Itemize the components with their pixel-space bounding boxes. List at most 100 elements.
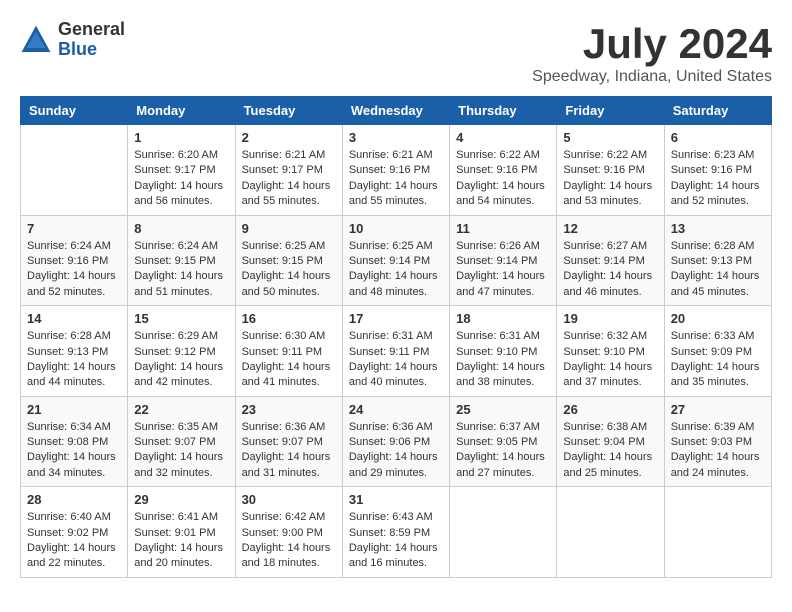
- cell-date: 5: [563, 130, 657, 145]
- header: General Blue July 2024 Speedway, Indiana…: [20, 20, 772, 86]
- calendar-cell: 15 Sunrise: 6:29 AMSunset: 9:12 PMDayligh…: [128, 306, 235, 397]
- cell-date: 9: [242, 221, 336, 236]
- header-monday: Monday: [128, 97, 235, 125]
- cell-content: Sunrise: 6:34 AMSunset: 9:08 PMDaylight:…: [27, 420, 121, 482]
- cell-date: 14: [27, 311, 121, 326]
- cell-date: 25: [456, 402, 550, 417]
- cell-date: 29: [134, 492, 228, 507]
- calendar-cell: 27Sunrise: 6:39 AMSunset: 9:03 PMDayligh…: [664, 396, 771, 487]
- calendar-cell: 11 Sunrise: 6:26 AMSunset: 9:14 PMDayligh…: [450, 215, 557, 306]
- title-section: July 2024 Speedway, Indiana, United Stat…: [532, 20, 772, 86]
- calendar-cell: 19 Sunrise: 6:32 AMSunset: 9:10 PMDayligh…: [557, 306, 664, 397]
- cell-content: Sunrise: 6:21 AMSunset: 9:16 PMDaylight:…: [349, 148, 443, 210]
- calendar-cell: 28 Sunrise: 6:40 AMSunset: 9:02 PMDayligh…: [21, 487, 128, 578]
- week-row-5: 28 Sunrise: 6:40 AMSunset: 9:02 PMDayligh…: [21, 487, 772, 578]
- week-row-1: 1 Sunrise: 6:20 AMSunset: 9:17 PMDaylight…: [21, 125, 772, 216]
- cell-date: 1: [134, 130, 228, 145]
- calendar-cell: 23Sunrise: 6:36 AMSunset: 9:07 PMDayligh…: [235, 396, 342, 487]
- cell-content: Sunrise: 6:22 AMSunset: 9:16 PMDaylight:…: [563, 148, 657, 210]
- calendar-cell: 9 Sunrise: 6:25 AMSunset: 9:15 PMDaylight…: [235, 215, 342, 306]
- calendar-cell: [21, 125, 128, 216]
- cell-date: 11: [456, 221, 550, 236]
- calendar-cell: 26 Sunrise: 6:38 AMSunset: 9:04 PMDayligh…: [557, 396, 664, 487]
- cell-date: 3: [349, 130, 443, 145]
- cell-content: Sunrise: 6:22 AMSunset: 9:16 PMDaylight:…: [456, 148, 550, 210]
- calendar-cell: 8Sunrise: 6:24 AMSunset: 9:15 PMDaylight…: [128, 215, 235, 306]
- logo-icon: [20, 24, 52, 56]
- cell-date: 18: [456, 311, 550, 326]
- cell-content: Sunrise: 6:43 AMSunset: 8:59 PMDaylight:…: [349, 510, 443, 572]
- cell-content: Sunrise: 6:36 AMSunset: 9:07 PMDaylight:…: [242, 420, 336, 482]
- cell-date: 6: [671, 130, 765, 145]
- header-row: SundayMondayTuesdayWednesdayThursdayFrid…: [21, 97, 772, 125]
- cell-content: Sunrise: 6:32 AMSunset: 9:10 PMDaylight:…: [563, 329, 657, 391]
- cell-content: Sunrise: 6:41 AMSunset: 9:01 PMDaylight:…: [134, 510, 228, 572]
- cell-date: 31: [349, 492, 443, 507]
- cell-content: Sunrise: 6:38 AMSunset: 9:04 PMDaylight:…: [563, 420, 657, 482]
- logo-general-text: General: [58, 20, 125, 40]
- cell-date: 15: [134, 311, 228, 326]
- cell-content: Sunrise: 6:28 AMSunset: 9:13 PMDaylight:…: [27, 329, 121, 391]
- cell-date: 22: [134, 402, 228, 417]
- header-wednesday: Wednesday: [342, 97, 449, 125]
- calendar-cell: 17 Sunrise: 6:31 AMSunset: 9:11 PMDayligh…: [342, 306, 449, 397]
- cell-date: 10: [349, 221, 443, 236]
- cell-date: 12: [563, 221, 657, 236]
- cell-content: Sunrise: 6:33 AMSunset: 9:09 PMDaylight:…: [671, 329, 765, 391]
- cell-date: 19: [563, 311, 657, 326]
- week-row-3: 14 Sunrise: 6:28 AMSunset: 9:13 PMDayligh…: [21, 306, 772, 397]
- calendar-cell: 14 Sunrise: 6:28 AMSunset: 9:13 PMDayligh…: [21, 306, 128, 397]
- cell-date: 24: [349, 402, 443, 417]
- calendar-cell: 13 Sunrise: 6:28 AMSunset: 9:13 PMDayligh…: [664, 215, 771, 306]
- cell-content: Sunrise: 6:24 AMSunset: 9:15 PMDaylight:…: [134, 239, 228, 301]
- cell-content: Sunrise: 6:25 AMSunset: 9:14 PMDaylight:…: [349, 239, 443, 301]
- main-title: July 2024: [532, 20, 772, 68]
- cell-date: 13: [671, 221, 765, 236]
- cell-date: 17: [349, 311, 443, 326]
- cell-date: 30: [242, 492, 336, 507]
- subtitle: Speedway, Indiana, United States: [532, 68, 772, 86]
- cell-date: 21: [27, 402, 121, 417]
- cell-content: Sunrise: 6:20 AMSunset: 9:17 PMDaylight:…: [134, 148, 228, 210]
- cell-date: 26: [563, 402, 657, 417]
- header-tuesday: Tuesday: [235, 97, 342, 125]
- cell-content: Sunrise: 6:24 AMSunset: 9:16 PMDaylight:…: [27, 239, 121, 301]
- cell-content: Sunrise: 6:23 AMSunset: 9:16 PMDaylight:…: [671, 148, 765, 210]
- logo: General Blue: [20, 20, 125, 60]
- cell-content: Sunrise: 6:25 AMSunset: 9:15 PMDaylight:…: [242, 239, 336, 301]
- header-sunday: Sunday: [21, 97, 128, 125]
- header-saturday: Saturday: [664, 97, 771, 125]
- calendar-cell: 4 Sunrise: 6:22 AMSunset: 9:16 PMDaylight…: [450, 125, 557, 216]
- calendar-cell: 5 Sunrise: 6:22 AMSunset: 9:16 PMDaylight…: [557, 125, 664, 216]
- calendar-cell: 16Sunrise: 6:30 AMSunset: 9:11 PMDayligh…: [235, 306, 342, 397]
- cell-date: 4: [456, 130, 550, 145]
- cell-content: Sunrise: 6:29 AMSunset: 9:12 PMDaylight:…: [134, 329, 228, 391]
- cell-content: Sunrise: 6:26 AMSunset: 9:14 PMDaylight:…: [456, 239, 550, 301]
- cell-content: Sunrise: 6:31 AMSunset: 9:10 PMDaylight:…: [456, 329, 550, 391]
- calendar-cell: 22Sunrise: 6:35 AMSunset: 9:07 PMDayligh…: [128, 396, 235, 487]
- calendar-cell: 20 Sunrise: 6:33 AMSunset: 9:09 PMDayligh…: [664, 306, 771, 397]
- cell-content: Sunrise: 6:21 AMSunset: 9:17 PMDaylight:…: [242, 148, 336, 210]
- week-row-2: 7 Sunrise: 6:24 AMSunset: 9:16 PMDaylight…: [21, 215, 772, 306]
- cell-content: Sunrise: 6:36 AMSunset: 9:06 PMDaylight:…: [349, 420, 443, 482]
- logo-blue-text: Blue: [58, 40, 125, 60]
- week-row-4: 21 Sunrise: 6:34 AMSunset: 9:08 PMDayligh…: [21, 396, 772, 487]
- calendar-cell: 30Sunrise: 6:42 AMSunset: 9:00 PMDayligh…: [235, 487, 342, 578]
- calendar-cell: 18 Sunrise: 6:31 AMSunset: 9:10 PMDayligh…: [450, 306, 557, 397]
- calendar-cell: 6 Sunrise: 6:23 AMSunset: 9:16 PMDaylight…: [664, 125, 771, 216]
- calendar-cell: [450, 487, 557, 578]
- cell-date: 28: [27, 492, 121, 507]
- calendar-cell: 3 Sunrise: 6:21 AMSunset: 9:16 PMDaylight…: [342, 125, 449, 216]
- calendar-cell: 7 Sunrise: 6:24 AMSunset: 9:16 PMDaylight…: [21, 215, 128, 306]
- calendar-cell: 24 Sunrise: 6:36 AMSunset: 9:06 PMDayligh…: [342, 396, 449, 487]
- cell-date: 7: [27, 221, 121, 236]
- cell-date: 20: [671, 311, 765, 326]
- calendar-cell: 12Sunrise: 6:27 AMSunset: 9:14 PMDayligh…: [557, 215, 664, 306]
- cell-content: Sunrise: 6:37 AMSunset: 9:05 PMDaylight:…: [456, 420, 550, 482]
- cell-content: Sunrise: 6:31 AMSunset: 9:11 PMDaylight:…: [349, 329, 443, 391]
- cell-content: Sunrise: 6:28 AMSunset: 9:13 PMDaylight:…: [671, 239, 765, 301]
- cell-date: 27: [671, 402, 765, 417]
- cell-content: Sunrise: 6:40 AMSunset: 9:02 PMDaylight:…: [27, 510, 121, 572]
- calendar-cell: 21 Sunrise: 6:34 AMSunset: 9:08 PMDayligh…: [21, 396, 128, 487]
- calendar-cell: 31 Sunrise: 6:43 AMSunset: 8:59 PMDayligh…: [342, 487, 449, 578]
